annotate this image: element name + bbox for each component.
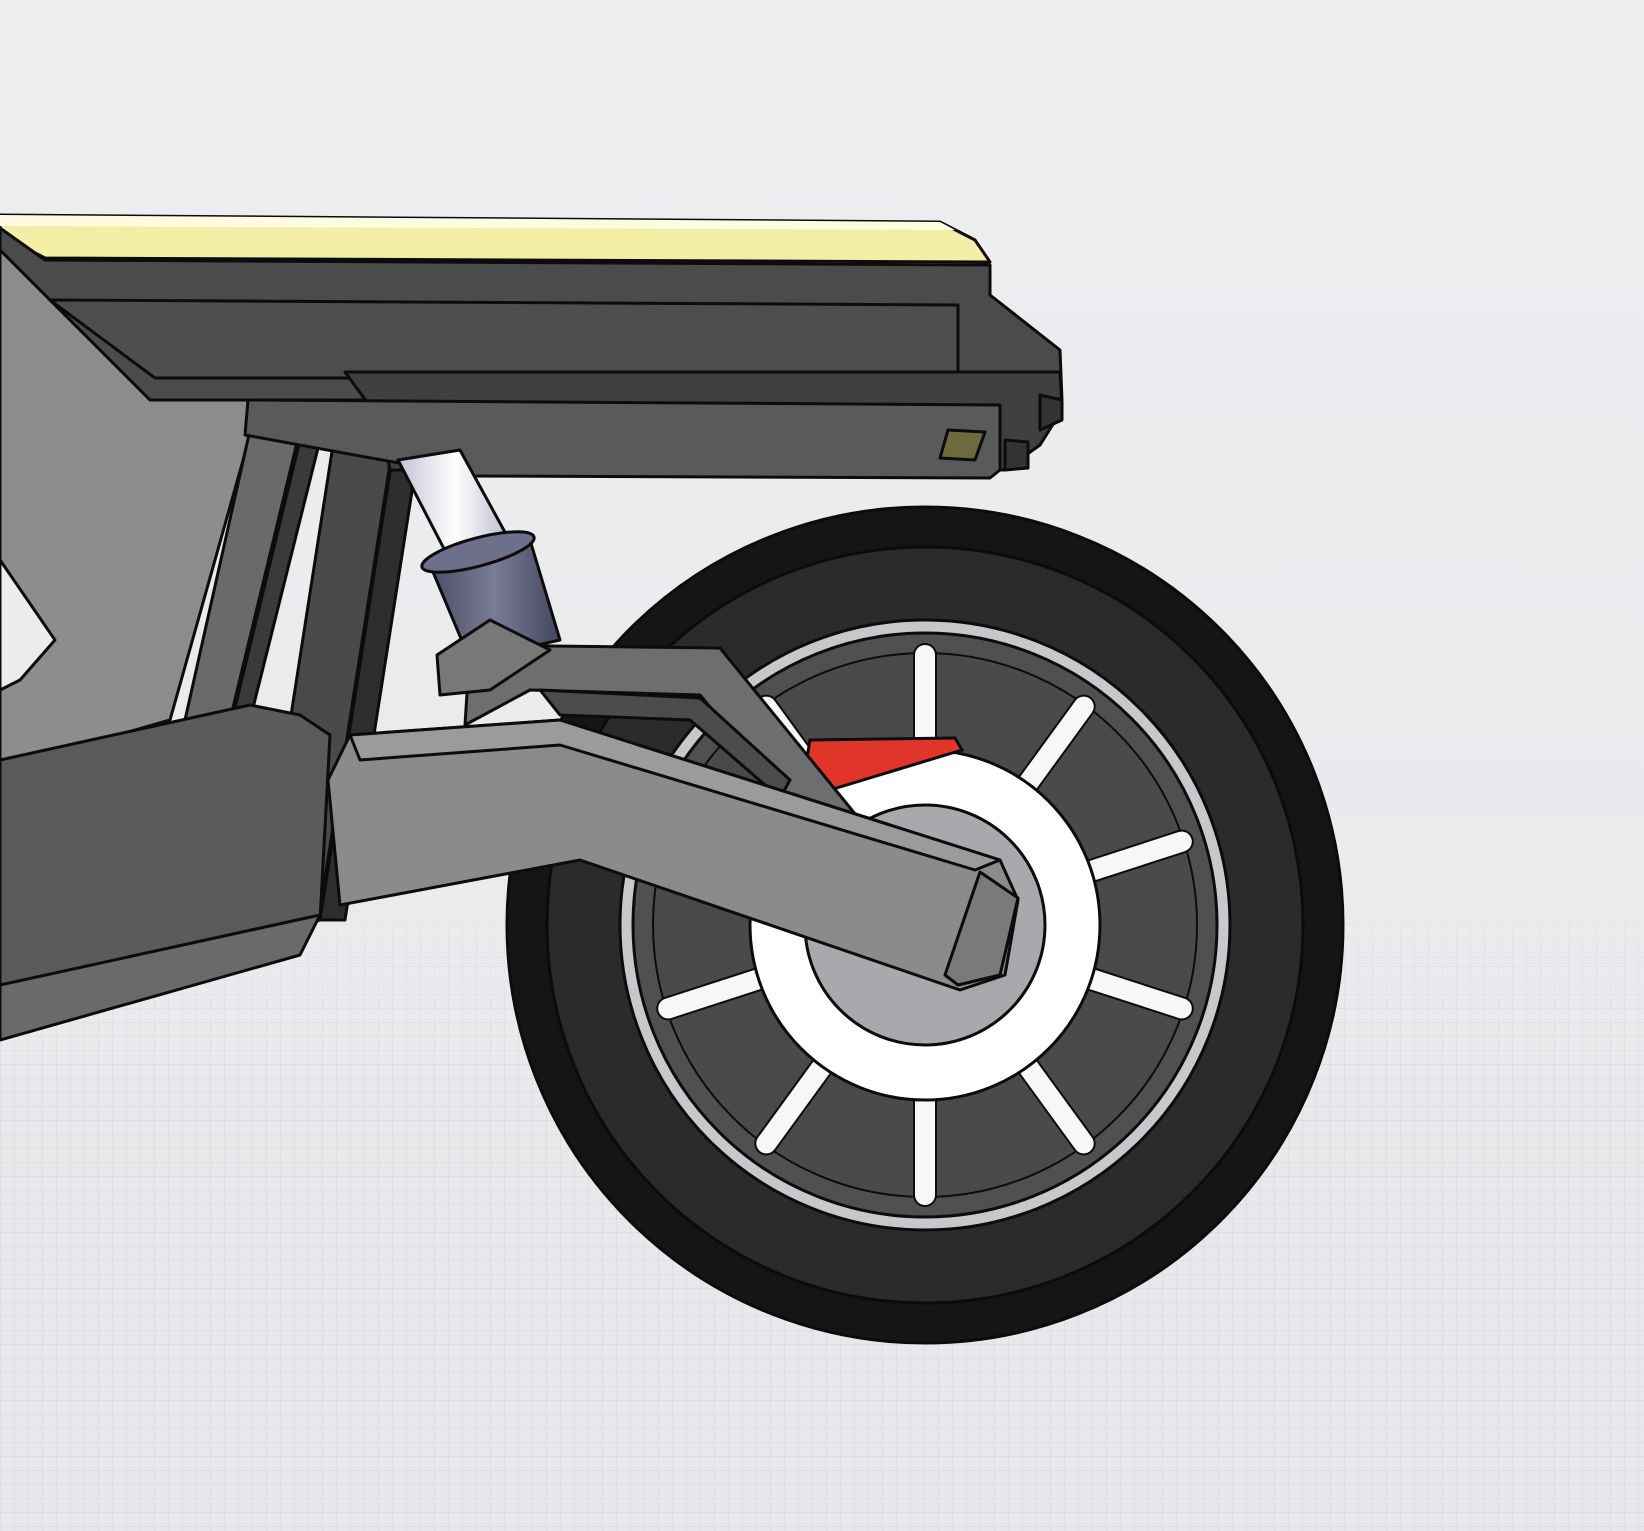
tail-light-lower bbox=[1003, 438, 1030, 472]
3d-viewport[interactable] bbox=[0, 0, 1644, 1531]
tail-panel-inset bbox=[48, 298, 960, 380]
cad-scene[interactable] bbox=[0, 0, 1644, 1531]
